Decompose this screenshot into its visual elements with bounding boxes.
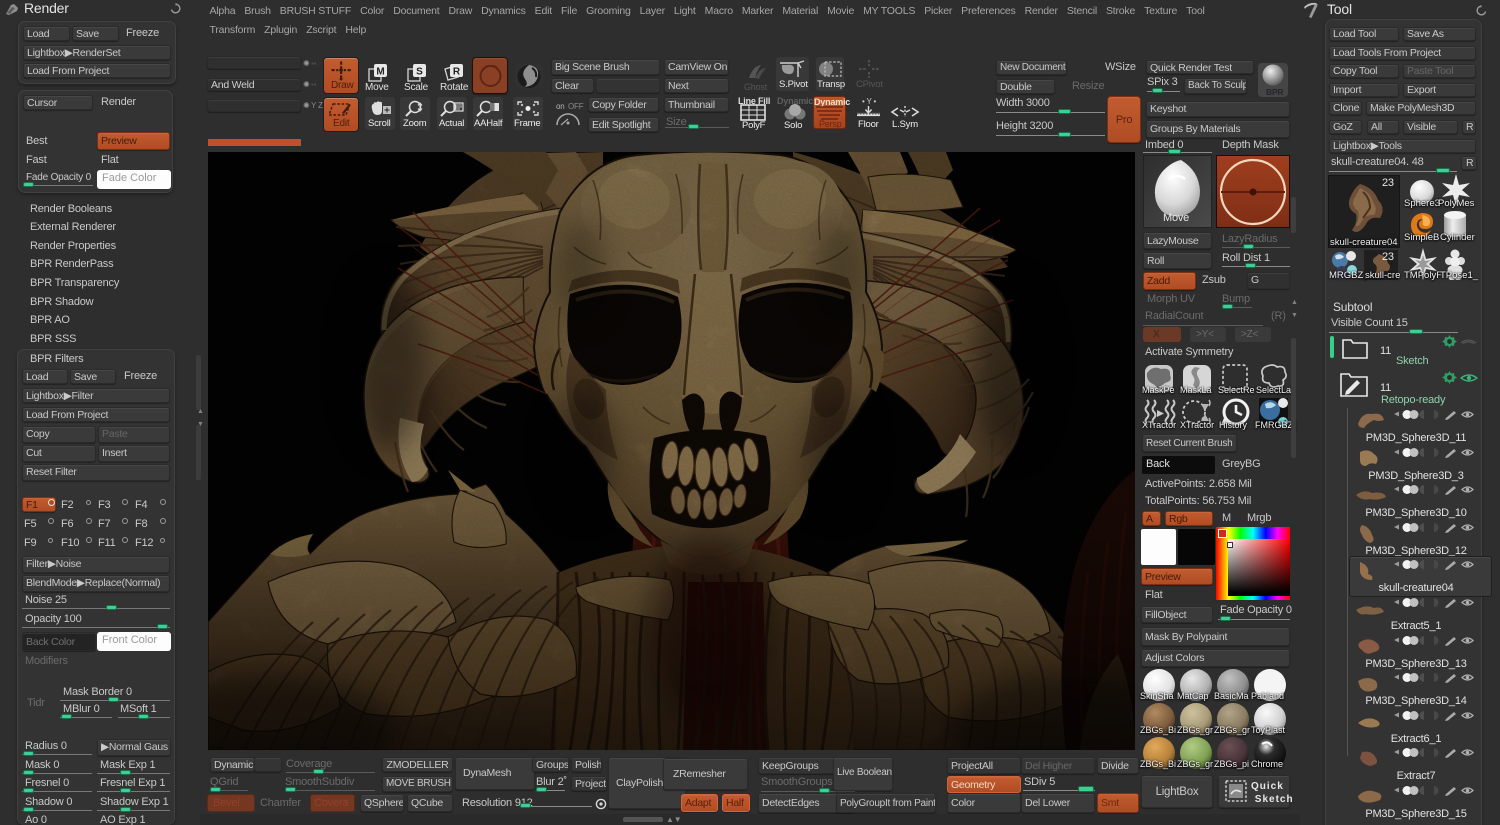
svg-text:S: S — [416, 67, 423, 78]
svg-text:M: M — [376, 67, 384, 78]
svg-text:R: R — [453, 67, 461, 78]
